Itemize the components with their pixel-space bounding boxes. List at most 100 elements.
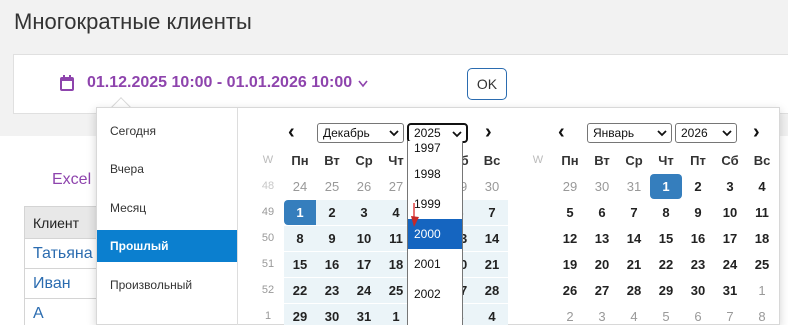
chevron-down-icon (389, 130, 399, 137)
day-cell[interactable]: 17 (348, 252, 380, 277)
day-cell[interactable]: 25 (316, 174, 348, 199)
next-month-button[interactable]: › (485, 122, 492, 142)
day-cell[interactable]: 26 (348, 174, 380, 199)
chevron-down-icon (722, 130, 732, 137)
day-cell[interactable]: 7 (476, 200, 508, 225)
day-cell[interactable]: 25 (746, 252, 778, 277)
day-cell[interactable]: 15 (284, 252, 316, 277)
prev-month-button[interactable]: ‹ (288, 122, 295, 142)
day-cell[interactable]: 5 (650, 304, 682, 325)
day-cell[interactable]: 3 (714, 174, 746, 199)
day-cell[interactable]: 4 (618, 304, 650, 325)
day-cell[interactable]: 9 (682, 200, 714, 225)
day-cell[interactable]: 3 (586, 304, 618, 325)
day-cell[interactable]: 28 (476, 278, 508, 303)
day-cell[interactable]: 10 (348, 226, 380, 251)
year-option[interactable]: 1998 (408, 159, 462, 189)
range-today[interactable]: Сегодня (97, 115, 237, 147)
day-cell[interactable]: 22 (650, 252, 682, 277)
day-cell[interactable]: 21 (476, 252, 508, 277)
day-cell[interactable]: 31 (348, 304, 380, 325)
day-cell[interactable]: 3 (348, 200, 380, 225)
day-cell[interactable]: 14 (476, 226, 508, 251)
day-cell[interactable]: 10 (714, 200, 746, 225)
day-cell[interactable]: 1 (284, 200, 316, 225)
next-month-button[interactable]: › (753, 122, 760, 142)
week-number-header: W (262, 154, 274, 166)
weekday-header: Вс (483, 153, 501, 168)
year-option[interactable]: 2002 (408, 279, 462, 309)
day-cell[interactable]: 24 (714, 252, 746, 277)
day-cell[interactable]: 29 (554, 174, 586, 199)
day-cell[interactable]: 29 (284, 304, 316, 325)
day-cell[interactable]: 8 (284, 226, 316, 251)
week-number (522, 278, 554, 303)
day-cell[interactable]: 20 (586, 252, 618, 277)
day-cell[interactable]: 2 (682, 174, 714, 199)
day-cell[interactable]: 14 (618, 226, 650, 251)
day-cell[interactable]: 15 (650, 226, 682, 251)
calendar-grid-left: WПнВтСрЧтПтСбВс4824252627282930491234567… (252, 148, 508, 325)
day-cell[interactable]: 8 (650, 200, 682, 225)
day-cell[interactable]: 31 (618, 174, 650, 199)
week-number-header: W (532, 154, 544, 166)
day-cell[interactable]: 30 (586, 174, 618, 199)
excel-export-link[interactable]: Excel (52, 171, 91, 189)
day-cell[interactable]: 23 (682, 252, 714, 277)
day-cell[interactable]: 6 (682, 304, 714, 325)
year-select-right[interactable]: 2026 (675, 123, 737, 143)
month-select-right[interactable]: Январь (587, 123, 672, 143)
range-custom[interactable]: Произвольный (97, 269, 237, 301)
range-month[interactable]: Месяц (97, 192, 237, 224)
day-cell[interactable]: 30 (476, 174, 508, 199)
day-cell[interactable]: 4 (746, 174, 778, 199)
caret-down-icon (358, 80, 368, 88)
day-cell[interactable]: 1 (746, 278, 778, 303)
range-yesterday[interactable]: Вчера (97, 153, 237, 185)
day-cell[interactable]: 17 (714, 226, 746, 251)
day-cell[interactable]: 29 (650, 278, 682, 303)
day-cell[interactable]: 9 (316, 226, 348, 251)
day-cell[interactable]: 21 (618, 252, 650, 277)
month-select-left[interactable]: Декабрь (317, 123, 404, 143)
month-select-left-value: Декабрь (323, 126, 370, 140)
day-cell[interactable]: 6 (586, 200, 618, 225)
ok-button[interactable]: OK (467, 68, 507, 100)
day-cell[interactable]: 18 (746, 226, 778, 251)
day-cell[interactable]: 8 (746, 304, 778, 325)
day-cell[interactable]: 16 (316, 252, 348, 277)
day-cell[interactable]: 26 (554, 278, 586, 303)
day-cell[interactable]: 24 (348, 278, 380, 303)
day-cell[interactable]: 28 (618, 278, 650, 303)
day-cell[interactable]: 19 (554, 252, 586, 277)
day-cell[interactable]: 7 (714, 304, 746, 325)
day-cell[interactable]: 4 (476, 304, 508, 325)
day-cell[interactable]: 13 (586, 226, 618, 251)
date-range-picker[interactable]: 01.12.2025 10:00 - 01.01.2026 10:00 (60, 74, 381, 92)
day-cell[interactable]: 23 (316, 278, 348, 303)
day-cell[interactable]: 5 (554, 200, 586, 225)
day-cell[interactable]: 7 (618, 200, 650, 225)
range-previous[interactable]: Прошлый (97, 230, 237, 262)
prev-month-button[interactable]: ‹ (558, 122, 565, 142)
day-cell[interactable]: 2 (316, 200, 348, 225)
day-cell[interactable]: 1 (650, 174, 682, 199)
day-cell[interactable]: 30 (682, 278, 714, 303)
day-cell[interactable]: 31 (714, 278, 746, 303)
month-select-right-value: Январь (593, 126, 635, 140)
day-cell[interactable]: 16 (682, 226, 714, 251)
calendar-grid-right: W Пн Вт Ср Чт Пт Сб Вс 29 30 31 1 2 3 4 5 6 7 8 9 10 11 12 13 14… (522, 148, 778, 325)
week-number (522, 226, 554, 251)
day-cell[interactable]: 27 (586, 278, 618, 303)
day-cell[interactable]: 12 (554, 226, 586, 251)
day-cell[interactable]: 22 (284, 278, 316, 303)
day-cell[interactable]: 24 (284, 174, 316, 199)
year-select-right-value: 2026 (681, 126, 708, 140)
day-cell[interactable]: 30 (316, 304, 348, 325)
year-select-left[interactable]: 2025 (407, 123, 468, 143)
week-number: 52 (261, 284, 275, 296)
year-option[interactable]: 2001 (408, 249, 462, 279)
day-cell[interactable]: 11 (746, 200, 778, 225)
day-cell[interactable]: 2 (554, 304, 586, 325)
year-option[interactable]: 1997 (408, 141, 462, 159)
